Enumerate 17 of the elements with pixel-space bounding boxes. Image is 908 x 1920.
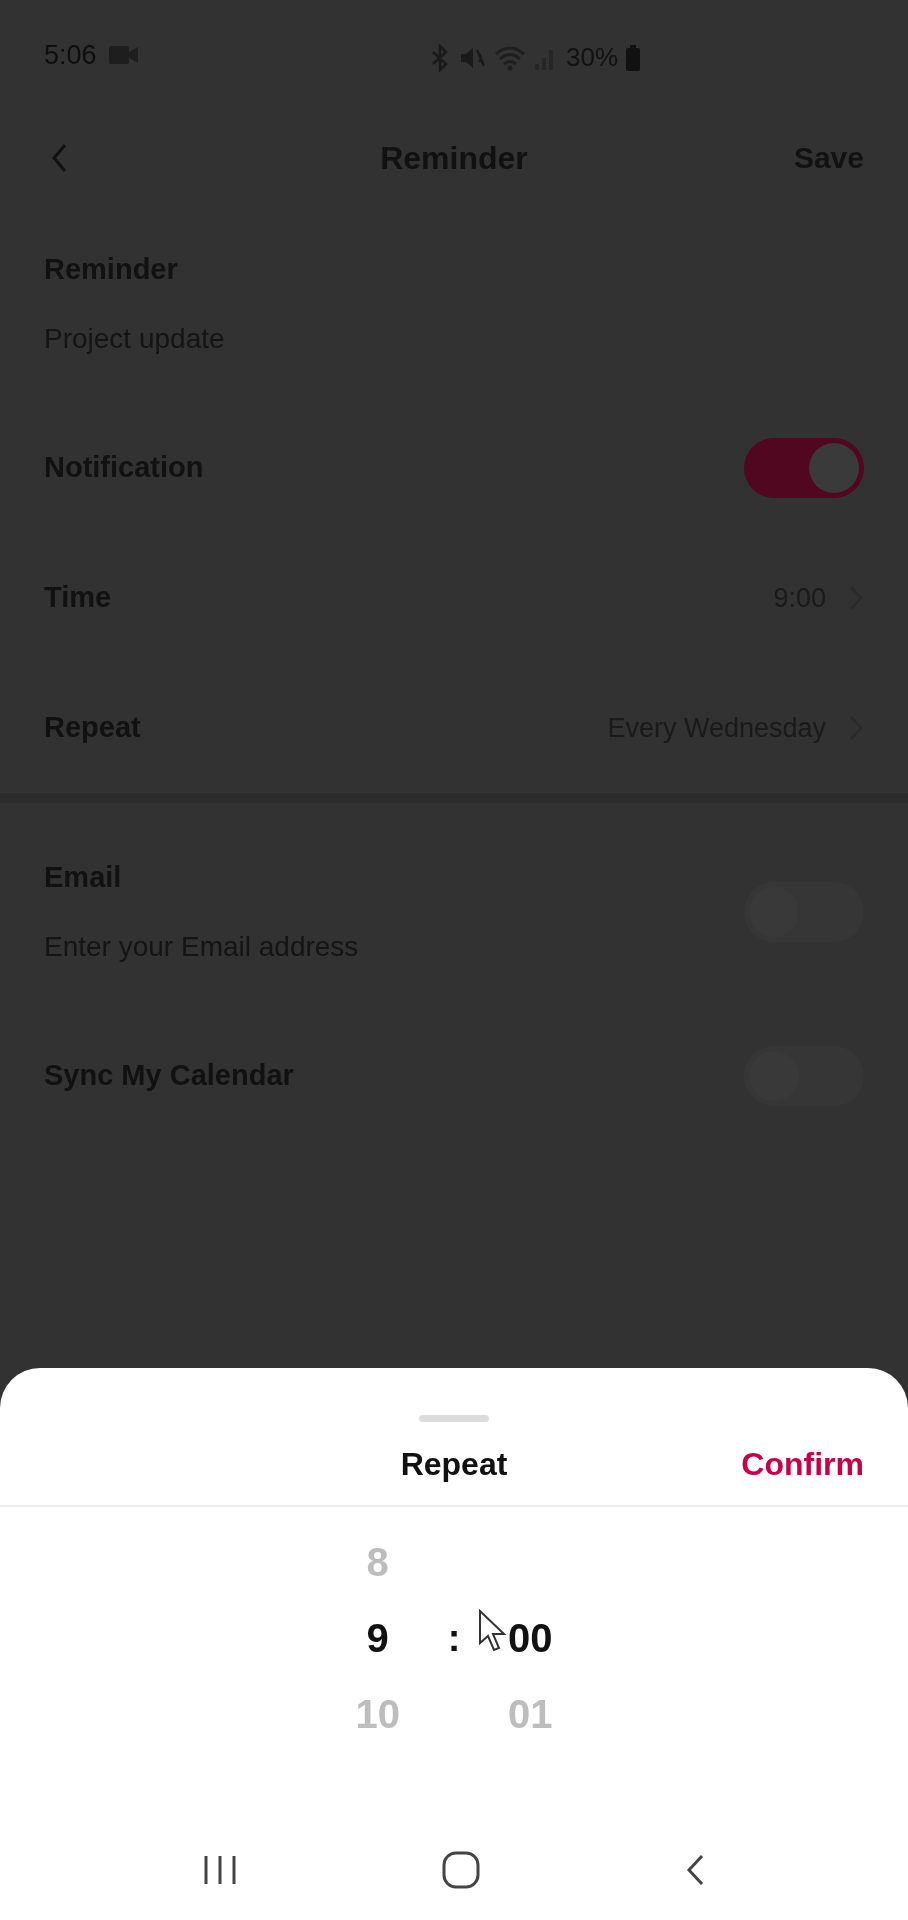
picker-option[interactable]: 9 xyxy=(366,1600,389,1676)
picker-option[interactable]: 10 xyxy=(355,1676,400,1752)
picker-option[interactable]: 01 xyxy=(508,1676,553,1752)
time-separator: : xyxy=(447,1615,461,1661)
battery-icon xyxy=(626,44,641,71)
picker-option[interactable]: 8 xyxy=(366,1524,389,1600)
toggle-switch[interactable] xyxy=(744,438,864,498)
recent-apps-button[interactable] xyxy=(202,1854,238,1886)
bluetooth-icon xyxy=(430,43,450,72)
back-icon[interactable] xyxy=(50,141,68,174)
sheet-title: Repeat xyxy=(400,1444,508,1484)
drag-handle[interactable] xyxy=(419,1415,489,1422)
home-button[interactable] xyxy=(442,1851,480,1889)
confirm-button[interactable]: Confirm xyxy=(741,1439,864,1488)
mouse-pointer-icon xyxy=(478,1609,508,1653)
picker-option[interactable]: 00 xyxy=(508,1600,553,1676)
back-nav-button[interactable] xyxy=(684,1853,706,1887)
